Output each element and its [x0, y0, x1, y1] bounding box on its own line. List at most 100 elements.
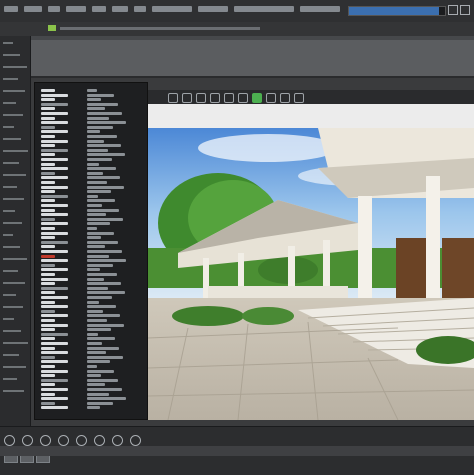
panel-value[interactable] [87, 89, 97, 92]
panel-value[interactable] [87, 259, 126, 263]
panel-row[interactable] [41, 337, 55, 341]
panel-value[interactable] [87, 360, 110, 364]
camera-icon[interactable] [224, 93, 234, 103]
panel-value[interactable] [87, 116, 109, 120]
panel-value[interactable] [87, 309, 103, 313]
play-icon[interactable] [4, 435, 15, 446]
panel-row[interactable] [41, 125, 55, 129]
panel-value[interactable] [87, 208, 119, 212]
menu-item[interactable] [112, 6, 128, 12]
panel-value[interactable] [87, 213, 106, 217]
panel-row[interactable] [41, 263, 55, 267]
panel-value[interactable] [87, 388, 122, 391]
panel-row[interactable] [41, 309, 55, 313]
panel-row[interactable] [41, 181, 55, 184]
panel-value[interactable] [87, 199, 115, 203]
panel-row[interactable] [41, 296, 68, 299]
select-icon[interactable] [168, 93, 178, 103]
panel-row[interactable] [41, 158, 68, 161]
panel-value[interactable] [87, 337, 115, 341]
panel-value[interactable] [87, 282, 121, 286]
panel-row[interactable] [41, 121, 68, 125]
panel-value[interactable] [87, 296, 112, 299]
panel-row[interactable] [41, 254, 55, 258]
panel-row[interactable] [41, 374, 55, 378]
panel-value[interactable] [87, 323, 124, 327]
panel-row[interactable] [41, 360, 68, 364]
panel-value[interactable] [87, 314, 120, 318]
panel-row[interactable] [41, 273, 55, 276]
panel-row[interactable] [41, 139, 68, 143]
panel-value[interactable] [87, 392, 109, 396]
panel-value[interactable] [87, 102, 118, 106]
panel-row[interactable] [41, 185, 68, 189]
pause-icon[interactable] [22, 435, 33, 446]
panel-value[interactable] [87, 319, 107, 322]
light-icon[interactable] [238, 93, 248, 103]
panel-row[interactable] [41, 89, 55, 92]
panel-row[interactable] [41, 282, 55, 286]
panel-value[interactable] [87, 162, 99, 166]
menu-item[interactable] [198, 6, 228, 12]
panel-value[interactable] [87, 374, 101, 378]
menu-item[interactable] [300, 6, 340, 12]
panel-value[interactable] [87, 121, 126, 125]
keyframe-icon[interactable] [76, 435, 87, 446]
panel-row[interactable] [41, 314, 68, 318]
panel-value[interactable] [87, 217, 123, 221]
panel-value[interactable] [87, 273, 117, 276]
panel-value[interactable] [87, 167, 116, 171]
menu-item[interactable] [152, 6, 192, 12]
panel-value[interactable] [87, 369, 114, 373]
panel-row[interactable] [41, 130, 68, 134]
panel-row[interactable] [41, 171, 55, 175]
panel-row[interactable] [41, 305, 68, 309]
snap-icon[interactable] [280, 93, 290, 103]
panel-row[interactable] [41, 355, 55, 359]
panel-row[interactable] [41, 190, 55, 194]
panel-value[interactable] [87, 268, 100, 272]
panel-row[interactable] [41, 176, 68, 180]
panel-value[interactable] [87, 93, 114, 97]
panel-value[interactable] [87, 300, 99, 304]
panel-row[interactable] [41, 93, 68, 97]
panel-row[interactable] [41, 319, 55, 322]
panel-value[interactable] [87, 378, 118, 382]
panel-row[interactable] [41, 153, 55, 157]
move-icon[interactable] [182, 93, 192, 103]
panel-row[interactable] [41, 346, 55, 350]
panel-row[interactable] [41, 342, 68, 345]
panel-value[interactable] [87, 286, 108, 290]
zoom-icon[interactable] [112, 435, 123, 446]
panel-row[interactable] [41, 369, 68, 373]
panel-value[interactable] [87, 355, 123, 359]
stop-icon[interactable] [40, 435, 51, 446]
panel-row[interactable] [41, 194, 68, 198]
panel-value[interactable] [87, 158, 112, 161]
menu-item[interactable] [4, 6, 18, 12]
panel-value[interactable] [87, 144, 121, 148]
panel-row[interactable] [41, 236, 55, 240]
settings-icon[interactable] [130, 435, 141, 446]
minimize-icon[interactable] [448, 5, 458, 15]
panel-row[interactable] [41, 148, 68, 152]
panel-value[interactable] [87, 254, 109, 258]
panel-row[interactable] [41, 245, 55, 249]
panel-row[interactable] [41, 116, 55, 120]
panel-value[interactable] [87, 231, 114, 235]
panel-row[interactable] [41, 286, 68, 290]
panel-row[interactable] [41, 383, 55, 387]
panel-value[interactable] [87, 406, 100, 410]
panel-row[interactable] [41, 392, 55, 396]
panel-row[interactable] [41, 208, 55, 212]
panel-row[interactable] [41, 388, 68, 391]
panel-row[interactable] [41, 199, 55, 203]
panel-value[interactable] [87, 130, 100, 134]
menu-item[interactable] [134, 6, 146, 12]
panel-value[interactable] [87, 351, 106, 355]
panel-value[interactable] [87, 245, 105, 249]
panel-row[interactable] [41, 112, 68, 115]
loop-icon[interactable] [94, 435, 105, 446]
panel-row[interactable] [41, 351, 68, 355]
panel-value[interactable] [87, 263, 113, 267]
